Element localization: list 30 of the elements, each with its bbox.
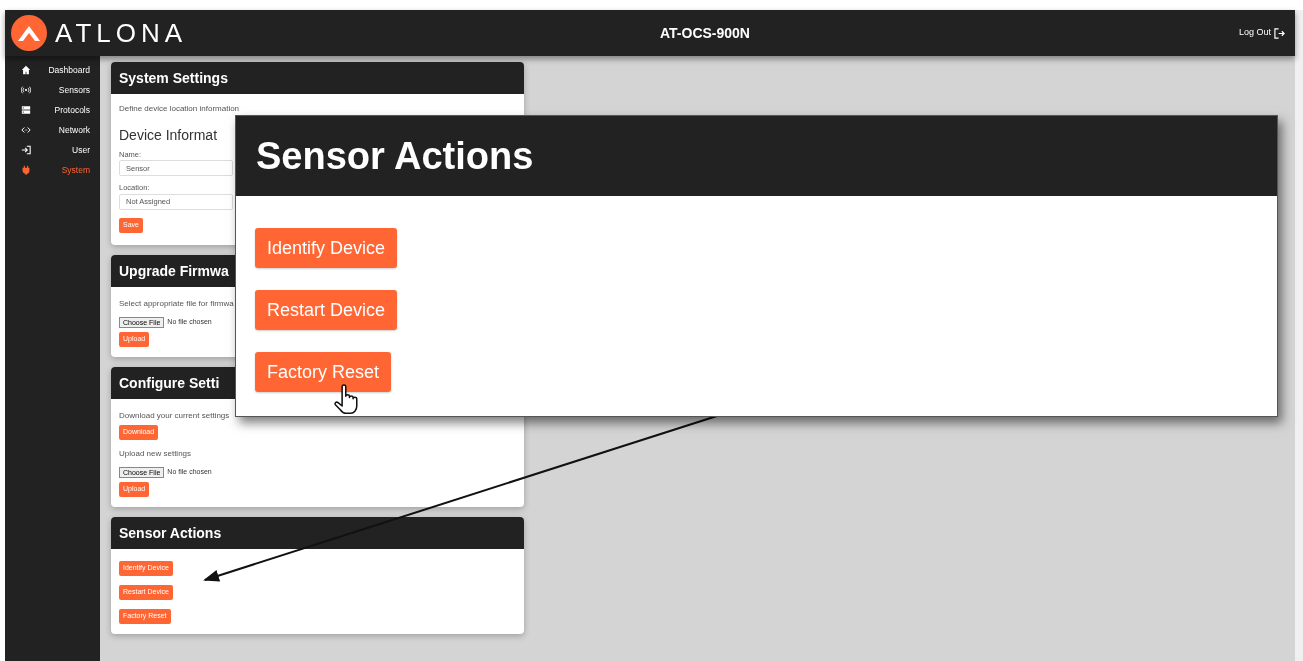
card-title: Configure Setti [119,373,220,393]
card-title: System Settings [119,68,228,88]
device-title: AT-OCS-900N [660,23,750,43]
plug-icon [21,165,31,175]
logout-link[interactable]: Log Out [1238,26,1289,40]
description-text: Define device location information [119,103,240,115]
sidebar-item[interactable]: Dashboard [5,60,100,80]
description-text: Download your current settings [119,410,230,422]
sidebar-item[interactable]: Sensors [5,80,100,100]
logout-icon [1274,27,1285,39]
action-button[interactable]: Identify Device [255,228,398,268]
description-text: Upload new settings [119,448,192,460]
home-icon [21,65,31,75]
logo-icon [11,15,47,51]
signal-icon [21,85,31,95]
brand-logo: ATLONA [55,16,188,50]
sidebar-item[interactable]: System [5,160,100,180]
description-text: Select appropriate file for firmwa [119,298,234,310]
callout-title: Sensor Actions [256,133,534,179]
sign-in-icon [21,145,31,155]
card-title: Upgrade Firmwa [119,261,229,281]
action-button[interactable]: Factory Reset [255,352,392,392]
card-title: Sensor Actions [119,523,222,543]
section-heading: Device Informat [119,126,218,145]
sidebar-item[interactable]: Network [5,120,100,140]
action-button[interactable]: Restart Device [255,290,398,330]
code-icon [21,125,31,135]
server-icon [21,105,31,115]
sidebar-item[interactable]: User [5,140,100,160]
sidebar-item[interactable]: Protocols [5,100,100,120]
